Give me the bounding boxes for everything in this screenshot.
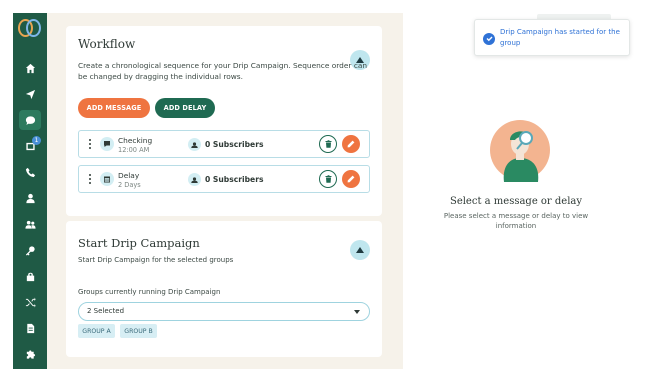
puzzle-icon [26,349,35,359]
sequence-row[interactable]: Delay 2 Days 0 Subscribers [78,165,370,193]
subscriber-count: 0 Subscribers [205,175,264,184]
subscriber-count: 0 Subscribers [205,140,264,149]
shuffle-icon [25,296,36,308]
add-delay-button[interactable]: ADD DELAY [155,98,215,118]
delete-button[interactable] [319,170,337,188]
start-campaign-description: Start Drip Campaign for the selected gro… [78,256,234,264]
subscribers-icon [188,173,201,186]
sidebar-nav: 1 [13,55,47,367]
caret-down-icon [354,310,360,314]
chat-bubble-icon [25,115,35,125]
start-campaign-collapse-button[interactable] [350,240,370,260]
sidebar-item-integrations[interactable] [13,289,47,315]
start-campaign-card: Start Drip Campaign Start Drip Campaign … [66,221,382,357]
workflow-card: Workflow Create a chronological sequence… [66,26,382,216]
pencil-icon [347,140,355,148]
lock-icon [26,272,34,281]
sidebar-item-drip-campaigns[interactable] [13,107,47,133]
sidebar-item-lock[interactable] [13,263,47,289]
users-icon [24,220,36,229]
group-chip[interactable]: GROUP A [78,324,115,338]
pencil-icon [347,175,355,183]
person-illustration-icon [488,118,552,182]
edit-button[interactable] [342,135,360,153]
drag-handle-icon[interactable] [89,139,92,150]
sidebar-item-plugins[interactable] [13,341,47,367]
groups-select[interactable]: 2 Selected [78,302,370,321]
inbox-badge: 1 [32,136,41,145]
sidebar-item-users[interactable] [13,211,47,237]
empty-state-title: Select a message or delay [449,196,583,207]
workflow-description: Create a chronological sequence for your… [78,61,368,81]
start-campaign-title: Start Drip Campaign [78,236,200,250]
delete-button[interactable] [319,135,337,153]
groups-select-value: 2 Selected [87,307,125,315]
trash-icon [325,140,331,148]
groups-label: Groups currently running Drip Campaign [78,288,221,296]
drag-handle-icon[interactable] [89,174,92,185]
sidebar-item-key[interactable] [13,237,47,263]
key-icon [25,245,35,256]
sidebar-item-user[interactable] [13,185,47,211]
sequence-row[interactable]: Checking 12:00 AM 0 Subscribers [78,130,370,158]
message-icon [100,137,114,151]
sidebar-item-home[interactable] [13,55,47,81]
check-circle-icon [483,33,495,45]
sequence-time: 12:00 AM [118,146,150,154]
add-message-button[interactable]: ADD MESSAGE [78,98,150,118]
edit-button[interactable] [342,170,360,188]
toast-message: Drip Campaign has started for the group [500,28,620,47]
sequence-name: Delay [118,171,140,180]
sidebar-item-phone[interactable] [13,159,47,185]
sidebar-item-inbox[interactable]: 1 [13,133,47,159]
chevron-up-icon [356,247,364,253]
logo-icon[interactable] [18,19,42,41]
trash-icon [325,175,331,183]
sidebar-item-send[interactable] [13,81,47,107]
toast-notification[interactable]: Drip Campaign has started for the group [474,19,630,56]
send-icon [25,89,35,99]
workflow-title: Workflow [78,37,136,51]
user-icon [25,193,35,203]
sidebar-item-documents[interactable] [13,315,47,341]
calendar-icon [100,172,114,186]
document-icon [26,323,34,333]
sidebar: 1 [13,13,47,369]
phone-icon [25,167,35,177]
group-chip[interactable]: GROUP B [120,324,157,338]
empty-state-description: Please select a message or delay to view… [443,212,589,230]
sequence-name: Checking [118,136,153,145]
home-icon [25,63,35,73]
subscribers-icon [188,138,201,151]
sequence-duration: 2 Days [118,181,141,189]
